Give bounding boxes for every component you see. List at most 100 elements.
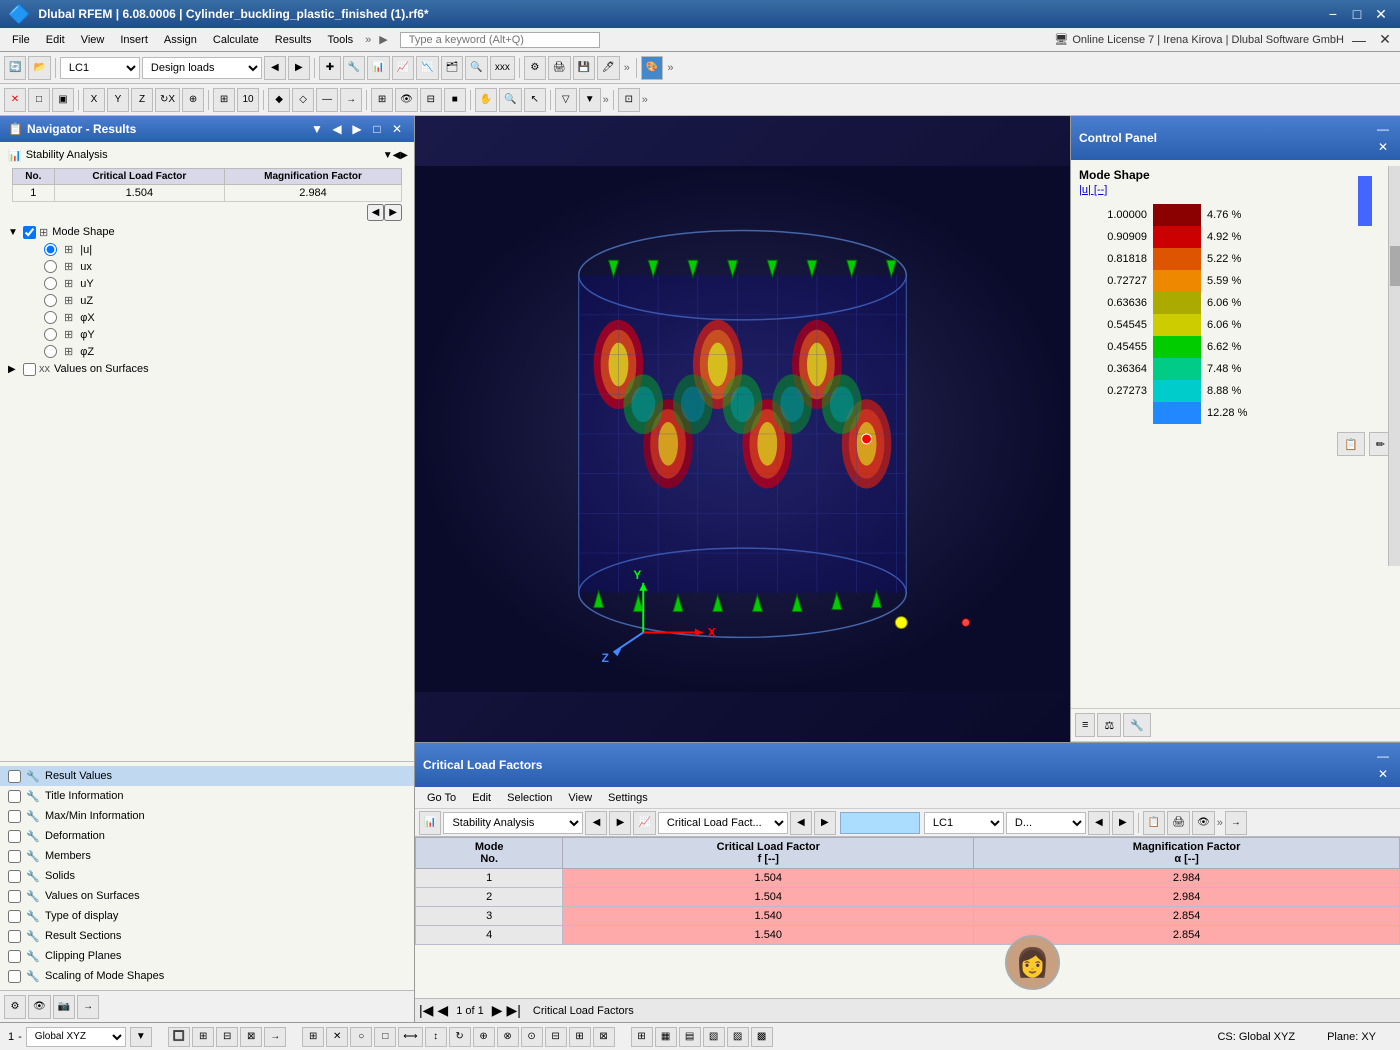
tb2-mesh[interactable]: ⊟ — [420, 88, 442, 112]
cs-dropdown-btn[interactable]: ▼ — [130, 1027, 152, 1047]
tb2-view[interactable]: 👁 — [395, 88, 418, 112]
nav-bottom-checkbox-8[interactable] — [8, 930, 21, 943]
nav-tb-arrow[interactable]: → — [77, 995, 99, 1019]
clf-lc-next[interactable]: ▶ — [1112, 811, 1134, 835]
sb-icon4[interactable]: ⊠ — [240, 1027, 262, 1047]
nav-bottom-item-4[interactable]: 🔧Members — [0, 846, 414, 866]
cp-scrollbar-thumb[interactable] — [1390, 246, 1400, 286]
tb2-num[interactable]: 10 — [237, 88, 259, 112]
cp-tb-1[interactable]: ≡ — [1075, 713, 1095, 737]
tb-icon12[interactable]: 🖊 — [597, 56, 620, 80]
nav-tb-eye[interactable]: 👁 — [28, 995, 51, 1019]
clf-tb-copy[interactable]: 📋 — [1143, 811, 1165, 835]
tb2-extra[interactable]: ⊡ — [618, 88, 640, 112]
lc-dropdown[interactable]: LC1 — [60, 57, 140, 79]
nav-bottom-checkbox-4[interactable] — [8, 850, 21, 863]
clf-tb-export[interactable]: → — [1225, 811, 1247, 835]
stability-expand[interactable]: ▼ — [383, 150, 393, 161]
radio-uy-input[interactable] — [44, 277, 57, 290]
search-input[interactable] — [400, 32, 600, 48]
nav-bottom-item-0[interactable]: 🔧Result Values — [0, 766, 414, 786]
nav-bottom-item-10[interactable]: 🔧Scaling of Mode Shapes — [0, 966, 414, 986]
nav-prev-btn[interactable]: ◀ — [328, 120, 346, 138]
menu-file[interactable]: File — [4, 32, 38, 48]
tb2-solid[interactable]: ■ — [444, 88, 466, 112]
nav-undock-btn[interactable]: □ — [368, 120, 386, 138]
tb-icon3[interactable]: 📊 — [367, 56, 389, 80]
tb-open[interactable]: 📂 — [28, 56, 50, 80]
sb-icon24[interactable]: ▩ — [751, 1027, 773, 1047]
clf-analysis-prev[interactable]: ◀ — [585, 811, 607, 835]
values-on-surfaces-item[interactable]: ▶ xx Values on Surfaces — [4, 360, 410, 378]
sb-icon13[interactable]: ⊕ — [473, 1027, 495, 1047]
tb-icon5[interactable]: 📉 — [416, 56, 438, 80]
menu-calculate[interactable]: Calculate — [205, 32, 267, 48]
sb-icon22[interactable]: ▧ — [703, 1027, 725, 1047]
nav-tb-settings[interactable]: ⚙ — [4, 995, 26, 1019]
tb-icon6[interactable]: 🗂 — [441, 56, 464, 80]
clf-menu-goto[interactable]: Go To — [419, 790, 464, 806]
clf-footer-next[interactable]: ▶ — [492, 1002, 503, 1019]
radio-uy[interactable]: ⊞ uY — [4, 275, 410, 292]
tb2-delete[interactable]: ✕ — [4, 88, 26, 112]
clf-lc-select[interactable]: LC1 — [924, 812, 1004, 834]
clf-lc-prev[interactable]: ◀ — [1088, 811, 1110, 835]
minimize-button[interactable]: − — [1322, 3, 1344, 25]
cp-close-btn[interactable]: ✕ — [1374, 138, 1392, 156]
nav-collapse-btn[interactable]: ▼ — [308, 120, 326, 138]
sb-icon14[interactable]: ⊗ — [497, 1027, 519, 1047]
radio-phiz[interactable]: ⊞ φZ — [4, 343, 410, 360]
cp-tb-2[interactable]: ⚖ — [1097, 713, 1121, 737]
clf-lc-name-select[interactable]: D... — [1006, 812, 1086, 834]
sb-icon17[interactable]: ⊞ — [569, 1027, 591, 1047]
nav-bottom-checkbox-1[interactable] — [8, 790, 21, 803]
nav-bottom-item-7[interactable]: 🔧Type of display — [0, 906, 414, 926]
tb-icon9[interactable]: ⚙ — [524, 56, 546, 80]
3d-view[interactable]: X Y Z — [415, 116, 1070, 742]
radio-ux-input[interactable] — [44, 260, 57, 273]
clf-minimize-btn[interactable]: — — [1374, 747, 1392, 765]
clf-tb-eye[interactable]: 👁 — [1192, 811, 1215, 835]
nav-next-btn[interactable]: ▶ — [348, 120, 366, 138]
radio-phix-input[interactable] — [44, 311, 57, 324]
radio-abs-u[interactable]: ⊞ |u| — [4, 241, 410, 258]
clf-close-btn[interactable]: ✕ — [1374, 765, 1392, 783]
tb2-xaxis[interactable]: X — [83, 88, 105, 112]
clf-analysis-next[interactable]: ▶ — [609, 811, 631, 835]
sb-icon16[interactable]: ⊟ — [545, 1027, 567, 1047]
clf-menu-selection[interactable]: Selection — [499, 790, 560, 806]
nav-bottom-checkbox-9[interactable] — [8, 950, 21, 963]
sb-icon10[interactable]: ⟷ — [398, 1027, 422, 1047]
cp-copy-btn[interactable]: 📋 — [1337, 432, 1365, 456]
sb-icon2[interactable]: ⊞ — [192, 1027, 214, 1047]
sb-icon23[interactable]: ▨ — [727, 1027, 749, 1047]
nav-bottom-item-3[interactable]: 🔧Deformation — [0, 826, 414, 846]
nav-bottom-item-9[interactable]: 🔧Clipping Planes — [0, 946, 414, 966]
cp-minimize-btn[interactable]: — — [1374, 120, 1392, 138]
nav-close-btn[interactable]: ✕ — [388, 120, 406, 138]
tb-icon4[interactable]: 📈 — [392, 56, 414, 80]
sb-icon19[interactable]: ⊞ — [631, 1027, 653, 1047]
tb2-move[interactable]: ⊕ — [182, 88, 204, 112]
stability-prev[interactable]: ◀ — [393, 150, 401, 161]
nav-bottom-item-5[interactable]: 🔧Solids — [0, 866, 414, 886]
mode-shape-parent[interactable]: ▼ ⊞ Mode Shape — [4, 223, 410, 241]
tb2-xrot[interactable]: ↻X — [155, 88, 180, 112]
lc-name-dropdown[interactable]: Design loads — [142, 57, 262, 79]
radio-phiz-input[interactable] — [44, 345, 57, 358]
mode-shape-checkbox[interactable] — [23, 226, 36, 239]
tb2-yaxis[interactable]: Y — [107, 88, 129, 112]
clf-menu-edit[interactable]: Edit — [464, 790, 499, 806]
tb-icon11[interactable]: 💾 — [573, 56, 595, 80]
sb-icon3[interactable]: ⊟ — [216, 1027, 238, 1047]
tb-new[interactable]: 🔄 — [4, 56, 26, 80]
tb2-grid[interactable]: ⊞ — [371, 88, 393, 112]
tb2-zaxis[interactable]: Z — [131, 88, 153, 112]
menu-assign[interactable]: Assign — [156, 32, 205, 48]
maximize-button[interactable]: □ — [1346, 3, 1368, 25]
tb2-filter[interactable]: ▽ — [555, 88, 577, 112]
nav-bottom-checkbox-2[interactable] — [8, 810, 21, 823]
nav-bottom-item-1[interactable]: 🔧Title Information — [0, 786, 414, 806]
coord-system-select[interactable]: Global XYZ — [26, 1027, 126, 1047]
tb-next[interactable]: ▶ — [288, 56, 310, 80]
